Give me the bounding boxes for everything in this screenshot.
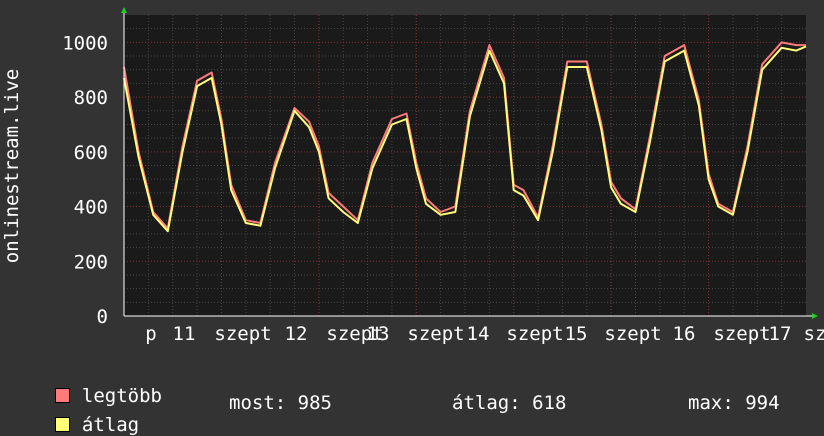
y-axis-arrow <box>121 7 127 13</box>
x-tick-label: szept <box>407 323 464 345</box>
x-tick-label: szept <box>506 323 563 345</box>
chart: 0 200 400 600 800 1000 p 11 szept 12 szept 13 szept… <box>1 7 824 345</box>
y-tick-label: 400 <box>74 197 108 219</box>
legend-label-avg: átlag <box>81 414 140 436</box>
x-tick-label: 11 <box>173 323 196 345</box>
x-tick-label: 17 <box>769 323 792 345</box>
x-tick-labels: p 11 szept 12 szept13 szept 14 szept 15 szept 16 sz… <box>145 323 824 345</box>
x-tick-label: 12 <box>285 323 308 345</box>
x-tick-label: sz <box>804 323 824 345</box>
x-tick-label: 15 <box>565 323 588 345</box>
y-tick-label: 200 <box>74 251 108 273</box>
stat-avg: átlag: 618 <box>452 392 567 414</box>
stat-now: most: 985 <box>229 392 332 414</box>
stat-max: max: 994 <box>688 392 780 414</box>
y-tick-label: 0 <box>97 306 108 328</box>
y-tick-labels: 0 200 400 600 800 1000 <box>62 32 108 328</box>
x-tick-label: p <box>145 323 156 345</box>
y-tick-label: 800 <box>74 87 108 109</box>
x-tick-label: szept <box>713 323 770 345</box>
x-tick-label: szept <box>214 323 271 345</box>
x-tick-label: 13 <box>367 323 390 345</box>
legend-item-avg: átlag <box>32 392 139 436</box>
x-tick-label: 14 <box>467 323 490 345</box>
y-tick-label: 1000 <box>62 32 108 54</box>
y-axis-label: onlinestream.live <box>1 69 23 263</box>
x-tick-label: 16 <box>673 323 696 345</box>
x-axis-arrow <box>812 313 818 319</box>
y-tick-label: 600 <box>74 142 108 164</box>
x-tick-label: szept <box>604 323 661 345</box>
